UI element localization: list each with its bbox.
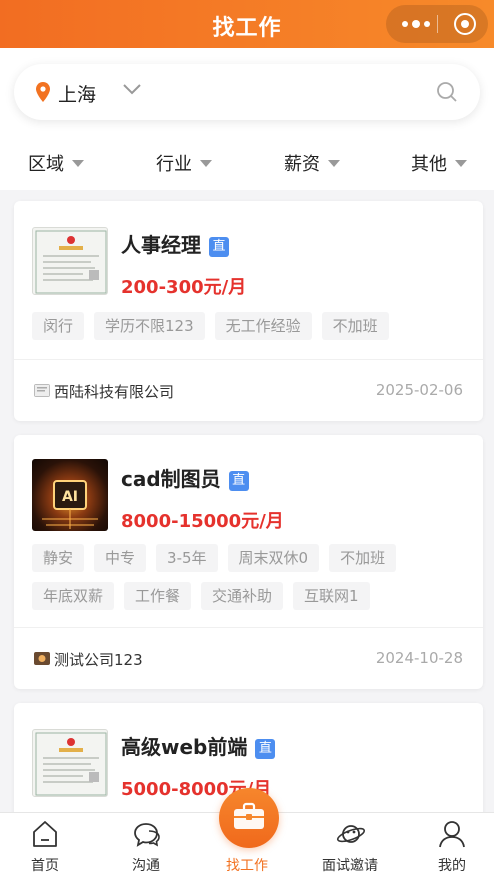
planet-icon xyxy=(336,825,366,843)
app-header: 找工作 xyxy=(0,0,494,48)
card-footer: 西陆科技有限公司 2025-02-06 xyxy=(14,359,483,421)
tab-interview-invites[interactable]: 面试邀请 xyxy=(305,813,395,888)
dropdown-triangle-icon xyxy=(200,159,212,167)
direct-hire-badge: 直 xyxy=(255,739,276,759)
chat-icon xyxy=(134,823,160,847)
tab-label: 沟通 xyxy=(132,858,160,874)
job-title-text: 高级web前端 xyxy=(121,735,248,759)
job-tag: 不加班 xyxy=(321,312,389,340)
job-title: cad制图员直 xyxy=(121,463,249,492)
direct-hire-badge: 直 xyxy=(209,237,229,257)
find-job-fab[interactable] xyxy=(219,788,279,848)
svg-text:AI: AI xyxy=(62,489,78,505)
card-footer: 测试公司123 2024-10-28 xyxy=(14,627,483,689)
search-bar[interactable]: 上海 xyxy=(14,64,480,120)
briefcase-icon xyxy=(234,802,264,829)
job-title-text: cad制图员 xyxy=(121,467,221,491)
filter-label: 区域 xyxy=(28,154,64,175)
company-logo xyxy=(34,652,50,665)
filter-industry[interactable]: 行业 xyxy=(156,150,212,176)
dropdown-triangle-icon xyxy=(328,159,340,167)
job-tag: 静安 xyxy=(32,544,85,572)
ai-chip-image: AI xyxy=(32,459,108,531)
search-icon[interactable] xyxy=(436,81,458,103)
job-tag: 3-5年 xyxy=(156,544,218,572)
post-date: 2024-10-28 xyxy=(375,649,463,667)
job-tag: 不加班 xyxy=(329,544,397,572)
tab-home[interactable]: 首页 xyxy=(0,813,90,888)
job-tag: 互联网1 xyxy=(293,582,370,610)
tab-label: 面试邀请 xyxy=(322,858,378,874)
job-tag: 交通补助 xyxy=(201,582,284,610)
more-icon[interactable] xyxy=(400,13,430,33)
filter-label: 其他 xyxy=(411,154,447,175)
filter-label: 行业 xyxy=(156,154,192,175)
job-tag: 中专 xyxy=(94,544,147,572)
tab-label: 找工作 xyxy=(226,858,268,874)
tab-profile[interactable]: 我的 xyxy=(407,813,494,888)
home-icon xyxy=(33,821,57,847)
direct-hire-badge: 直 xyxy=(228,471,249,491)
job-tag: 无工作经验 xyxy=(214,312,312,340)
chevron-down-icon[interactable] xyxy=(122,82,142,96)
business-license-image xyxy=(32,227,108,295)
location-pin-icon xyxy=(36,82,50,102)
job-tag: 周末双休0 xyxy=(227,544,320,572)
job-tag: 学历不限123 xyxy=(94,312,205,340)
filter-label: 薪资 xyxy=(284,154,320,175)
tab-chat[interactable]: 沟通 xyxy=(101,813,191,888)
salary: 200-300元/月 xyxy=(121,277,247,298)
mini-program-capsule xyxy=(386,5,488,43)
tag-list: 静安 中专 3-5年 周末双休0 不加班 年底双薪 工作餐 交通补助 互联网1 xyxy=(32,544,472,610)
city-selector[interactable]: 上海 xyxy=(58,80,96,107)
job-tag: 工作餐 xyxy=(124,582,192,610)
tag-list: 闵行 学历不限123 无工作经验 不加班 xyxy=(32,312,472,340)
job-title: 人事经理直 xyxy=(121,229,229,258)
filter-bar: 区域 行业 薪资 其他 xyxy=(0,146,494,180)
job-card[interactable]: 人事经理直 200-300元/月 闵行 学历不限123 无工作经验 不加班 西陆… xyxy=(14,201,483,421)
filter-other[interactable]: 其他 xyxy=(411,150,467,176)
filter-salary[interactable]: 薪资 xyxy=(284,150,340,176)
dropdown-triangle-icon xyxy=(455,159,467,167)
job-card[interactable]: AI cad制图员直 8000-15000元/月 静安 中专 3-5年 周末双休… xyxy=(14,435,483,689)
user-icon xyxy=(439,821,465,848)
post-date: 2025-02-06 xyxy=(375,381,463,399)
salary: 8000-15000元/月 xyxy=(121,511,284,532)
close-mini-program-icon[interactable] xyxy=(454,13,476,35)
dropdown-triangle-icon xyxy=(72,159,84,167)
tab-label: 首页 xyxy=(31,858,59,874)
company-name: 西陆科技有限公司 xyxy=(54,383,175,401)
job-tag: 闵行 xyxy=(32,312,85,340)
job-title-text: 人事经理 xyxy=(121,233,201,257)
tab-label: 我的 xyxy=(438,858,466,874)
job-tag: 年底双薪 xyxy=(32,582,115,610)
company-logo xyxy=(34,384,50,397)
capsule-divider xyxy=(437,15,438,33)
filter-area[interactable]: 区域 xyxy=(28,150,84,176)
company-name: 测试公司123 xyxy=(54,651,143,669)
job-title: 高级web前端直 xyxy=(121,731,276,760)
business-license-image xyxy=(32,729,108,797)
